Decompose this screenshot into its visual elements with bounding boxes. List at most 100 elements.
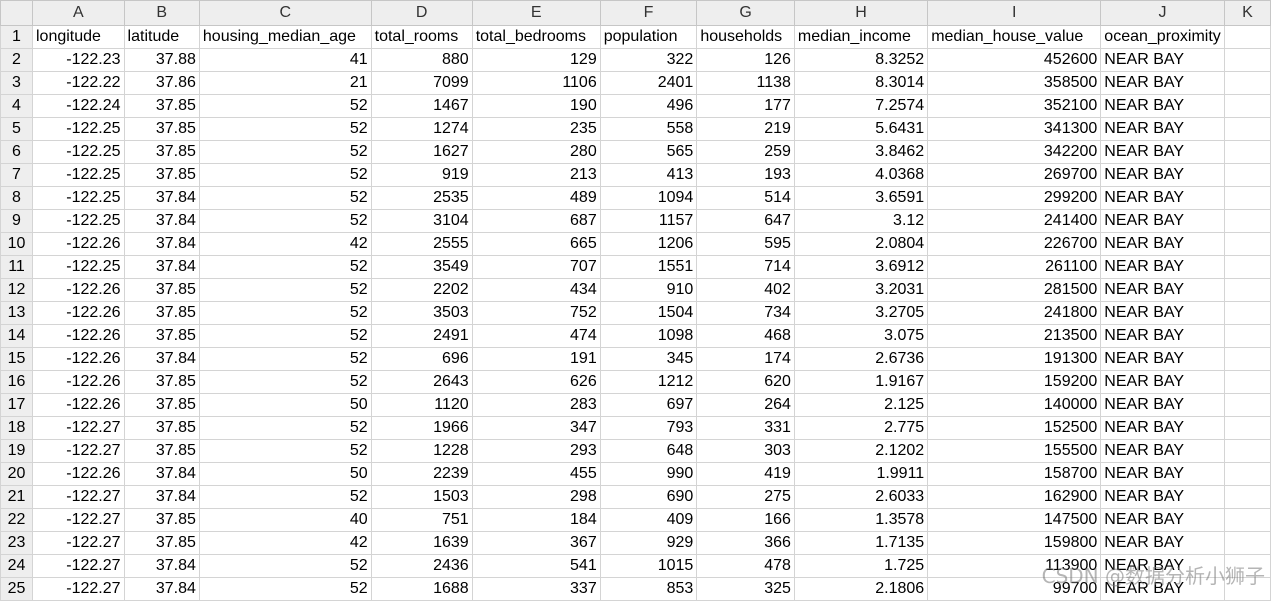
data-cell[interactable]: NEAR BAY [1100,140,1225,164]
row-number[interactable]: 3 [0,71,33,95]
data-cell[interactable]: 1688 [370,577,473,601]
data-cell[interactable]: 707 [471,255,601,279]
data-cell[interactable]: 37.85 [123,370,200,394]
data-cell[interactable]: -122.26 [32,232,125,256]
row-number[interactable]: 22 [0,508,33,532]
data-cell[interactable]: 4.0368 [793,163,929,187]
data-cell[interactable]: 191300 [927,347,1102,371]
data-cell[interactable]: 2.125 [793,393,929,417]
data-cell[interactable] [1223,140,1271,164]
data-cell[interactable]: 213 [471,163,601,187]
data-cell[interactable]: 1.3578 [793,508,929,532]
select-all-corner[interactable] [0,0,33,26]
data-cell[interactable]: 37.84 [123,577,200,601]
data-cell[interactable]: 1504 [599,301,698,325]
data-cell[interactable]: 647 [696,209,795,233]
data-cell[interactable]: 113900 [927,554,1102,578]
data-cell[interactable]: 2401 [599,71,698,95]
header-cell[interactable]: median_house_value [927,25,1102,49]
data-cell[interactable]: 52 [198,140,372,164]
data-cell[interactable]: 293 [471,439,601,463]
data-cell[interactable] [1223,577,1271,601]
data-cell[interactable]: 52 [198,439,372,463]
data-cell[interactable]: -122.22 [32,71,125,95]
data-cell[interactable]: 910 [599,278,698,302]
row-number[interactable]: 20 [0,462,33,486]
data-cell[interactable]: 402 [696,278,795,302]
data-cell[interactable]: 1639 [370,531,473,555]
data-cell[interactable]: 434 [471,278,601,302]
data-cell[interactable]: 281500 [927,278,1102,302]
data-cell[interactable]: NEAR BAY [1100,508,1225,532]
data-cell[interactable]: 331 [696,416,795,440]
data-cell[interactable]: 419 [696,462,795,486]
row-number[interactable]: 7 [0,163,33,187]
data-cell[interactable]: 269700 [927,163,1102,187]
data-cell[interactable]: NEAR BAY [1100,439,1225,463]
data-cell[interactable]: 37.85 [123,324,200,348]
data-cell[interactable]: 2.0804 [793,232,929,256]
row-number[interactable]: 17 [0,393,33,417]
data-cell[interactable]: 40 [198,508,372,532]
data-cell[interactable]: 1157 [599,209,698,233]
data-cell[interactable]: 177 [696,94,795,118]
data-cell[interactable]: 929 [599,531,698,555]
data-cell[interactable]: 1106 [471,71,601,95]
data-cell[interactable]: NEAR BAY [1100,301,1225,325]
data-cell[interactable]: 162900 [927,485,1102,509]
data-cell[interactable]: 3104 [370,209,473,233]
data-cell[interactable]: 342200 [927,140,1102,164]
data-cell[interactable]: NEAR BAY [1100,209,1225,233]
data-cell[interactable] [1223,278,1271,302]
row-number[interactable]: 13 [0,301,33,325]
data-cell[interactable] [1223,255,1271,279]
data-cell[interactable]: 3503 [370,301,473,325]
header-cell[interactable]: latitude [123,25,200,49]
data-cell[interactable]: 3.12 [793,209,929,233]
data-cell[interactable]: 2491 [370,324,473,348]
data-cell[interactable]: 690 [599,485,698,509]
data-cell[interactable]: 352100 [927,94,1102,118]
data-cell[interactable]: 620 [696,370,795,394]
data-cell[interactable]: 52 [198,255,372,279]
data-cell[interactable] [1223,416,1271,440]
data-cell[interactable]: 264 [696,393,795,417]
data-cell[interactable]: 1503 [370,485,473,509]
column-header-c[interactable]: C [198,0,372,26]
data-cell[interactable] [1223,117,1271,141]
data-cell[interactable]: 42 [198,232,372,256]
column-header-b[interactable]: B [123,0,200,26]
data-cell[interactable]: NEAR BAY [1100,117,1225,141]
data-cell[interactable]: NEAR BAY [1100,186,1225,210]
data-cell[interactable]: 129 [471,48,601,72]
data-cell[interactable]: 52 [198,94,372,118]
row-number[interactable]: 25 [0,577,33,601]
row-number[interactable]: 4 [0,94,33,118]
data-cell[interactable]: 409 [599,508,698,532]
data-cell[interactable]: 626 [471,370,601,394]
data-cell[interactable]: 213500 [927,324,1102,348]
data-cell[interactable]: 174 [696,347,795,371]
data-cell[interactable]: 358500 [927,71,1102,95]
row-number[interactable]: 9 [0,209,33,233]
data-cell[interactable]: 1627 [370,140,473,164]
data-cell[interactable]: 299200 [927,186,1102,210]
row-number[interactable]: 18 [0,416,33,440]
row-number[interactable]: 6 [0,140,33,164]
data-cell[interactable]: 2555 [370,232,473,256]
data-cell[interactable]: 752 [471,301,601,325]
row-number[interactable]: 14 [0,324,33,348]
data-cell[interactable]: 565 [599,140,698,164]
data-cell[interactable]: -122.27 [32,485,125,509]
data-cell[interactable] [1223,324,1271,348]
data-cell[interactable]: 5.6431 [793,117,929,141]
column-header-h[interactable]: H [793,0,929,26]
data-cell[interactable] [1223,462,1271,486]
data-cell[interactable]: 52 [198,416,372,440]
data-cell[interactable]: 366 [696,531,795,555]
data-cell[interactable]: 280 [471,140,601,164]
data-cell[interactable]: 52 [198,186,372,210]
data-cell[interactable]: NEAR BAY [1100,577,1225,601]
header-cell[interactable]: households [696,25,795,49]
data-cell[interactable] [1223,508,1271,532]
